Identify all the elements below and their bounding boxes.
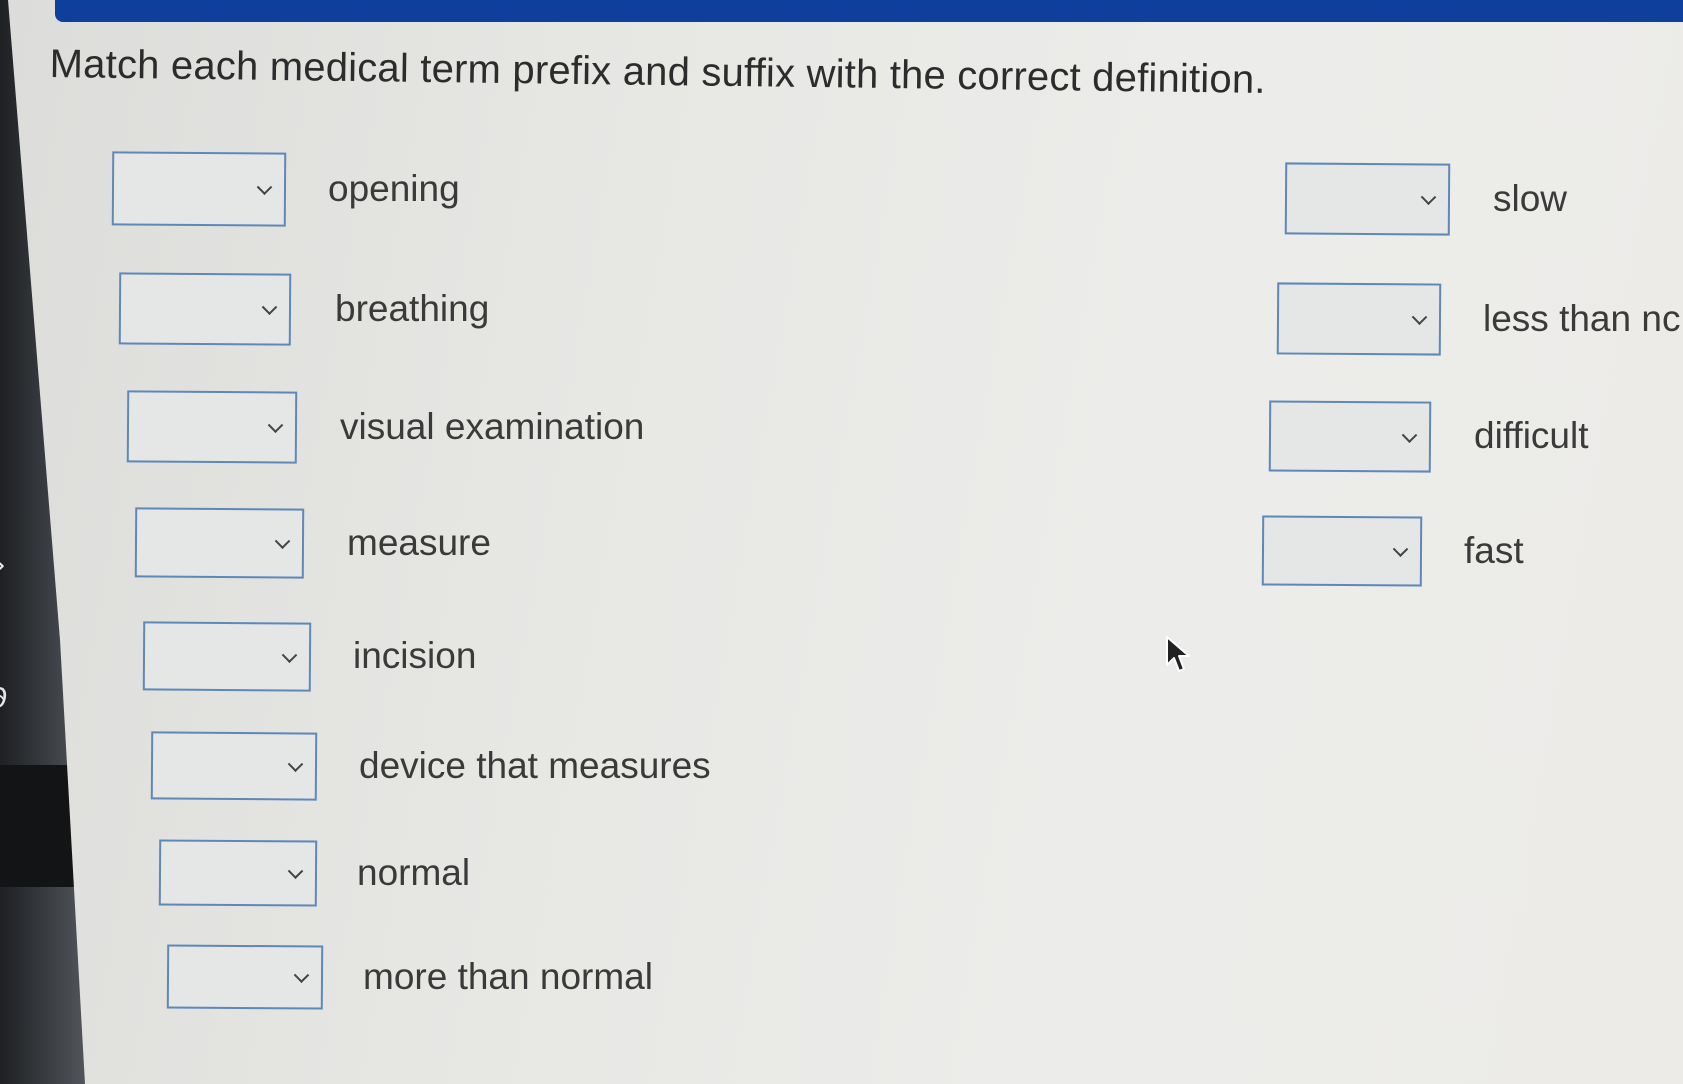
chevron-down-icon xyxy=(274,533,291,550)
match-dropdown[interactable] xyxy=(150,731,318,801)
chevron-down-icon xyxy=(287,756,304,773)
match-dropdown[interactable] xyxy=(1261,515,1423,587)
definition-label: slow xyxy=(1493,178,1568,219)
match-row: device that measures xyxy=(150,729,711,803)
match-row: difficult xyxy=(1268,399,1589,473)
chevron-down-icon xyxy=(1401,426,1418,442)
definition-label: more than normal xyxy=(363,956,653,997)
match-row: slow xyxy=(1284,162,1568,236)
match-dropdown[interactable] xyxy=(126,390,298,464)
question-prompt: Match each medical term prefix and suffi… xyxy=(49,42,1266,102)
definition-label: visual examination xyxy=(340,406,645,447)
definition-label: difficult xyxy=(1474,415,1589,456)
chevron-down-icon xyxy=(1392,541,1409,557)
edge-arrow-icon: › xyxy=(0,548,6,583)
definition-label: opening xyxy=(328,168,460,209)
match-dropdown[interactable] xyxy=(142,620,312,692)
definition-label: fast xyxy=(1464,530,1524,571)
match-dropdown[interactable] xyxy=(118,272,292,346)
chevron-down-icon xyxy=(1411,309,1428,326)
definition-label: incision xyxy=(353,635,477,676)
match-dropdown[interactable] xyxy=(166,944,324,1010)
match-row: normal xyxy=(158,836,471,910)
mouse-pointer-icon xyxy=(1166,636,1190,672)
header-bar xyxy=(55,0,1683,22)
edge-link-icon: ∂ xyxy=(0,680,8,715)
definition-label: measure xyxy=(347,522,491,563)
definition-label: device that measures xyxy=(359,745,711,786)
match-dropdown[interactable] xyxy=(1276,282,1442,356)
chevron-down-icon xyxy=(267,417,284,434)
chevron-down-icon xyxy=(1420,189,1437,206)
definition-label: normal xyxy=(357,852,471,893)
match-row: breathing xyxy=(118,272,490,346)
chevron-down-icon xyxy=(287,863,304,879)
match-row: less than nc xyxy=(1276,282,1681,356)
match-dropdown[interactable] xyxy=(111,151,287,227)
chevron-down-icon xyxy=(261,299,278,316)
match-dropdown[interactable] xyxy=(1268,399,1432,473)
chevron-down-icon xyxy=(293,967,310,983)
definition-label: breathing xyxy=(335,288,490,329)
match-row: fast xyxy=(1261,514,1524,588)
definition-label: less than nc xyxy=(1483,298,1681,339)
chevron-down-icon xyxy=(256,179,273,196)
chevron-down-icon xyxy=(281,646,298,663)
match-dropdown[interactable] xyxy=(134,507,305,579)
match-dropdown[interactable] xyxy=(158,839,318,907)
match-row: incision xyxy=(142,619,477,693)
match-dropdown[interactable] xyxy=(1284,162,1451,236)
match-row: more than normal xyxy=(166,940,653,1014)
match-row: opening xyxy=(111,151,460,227)
question-screen: Match each medical term prefix and suffi… xyxy=(0,0,1683,1084)
match-row: measure xyxy=(134,506,491,580)
match-row: visual examination xyxy=(126,390,645,464)
